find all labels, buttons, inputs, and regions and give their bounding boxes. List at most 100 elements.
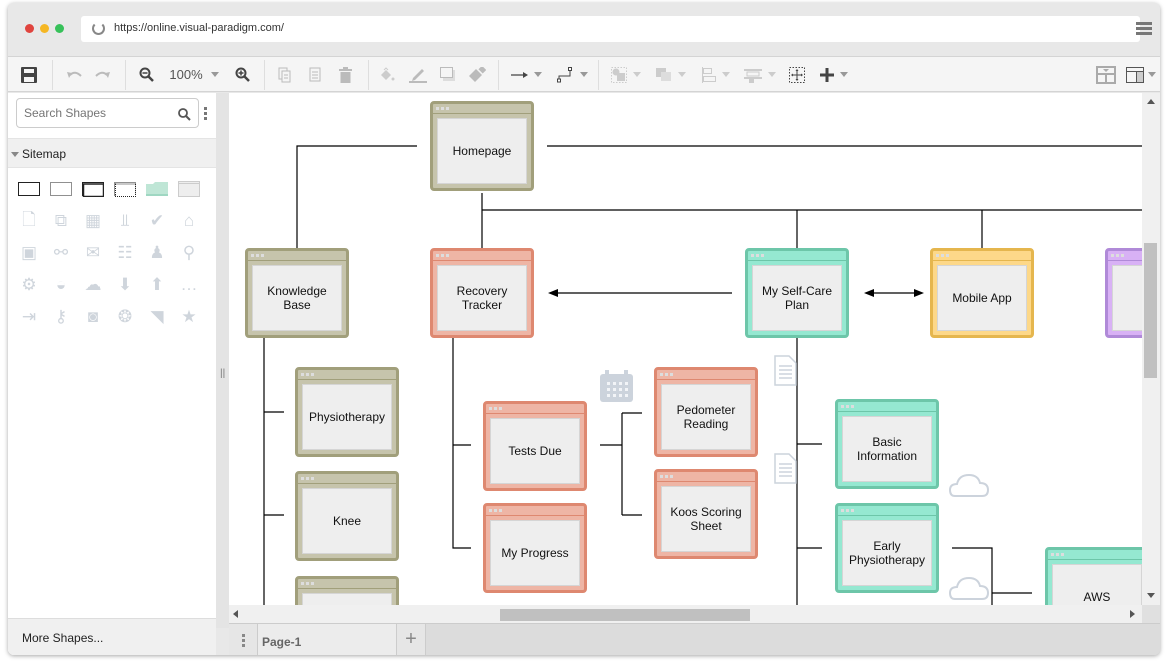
sitemap-node-recovery-tracker[interactable]: Recovery Tracker	[430, 248, 534, 338]
sitemap-node-early-physiotherapy[interactable]: Early Physiotherapy	[835, 503, 939, 593]
page-shape[interactable]	[18, 178, 40, 200]
copy-button[interactable]	[275, 57, 295, 92]
minimize-window-button[interactable]	[40, 24, 49, 33]
search-shapes-input[interactable]	[24, 106, 174, 120]
fill-color-button[interactable]	[377, 57, 397, 92]
add-page-button[interactable]: +	[397, 624, 426, 655]
sitemap-node-kb-third[interactable]	[295, 576, 399, 605]
chart-icon[interactable]: ⫫	[114, 210, 136, 232]
sidebar-splitter[interactable]: ||	[216, 93, 229, 628]
sitemap-node-koos-scoring-sheet[interactable]: Koos Scoring Sheet	[654, 469, 758, 559]
dotted-stacked-page-shape[interactable]	[114, 178, 136, 200]
redo-button[interactable]	[92, 57, 114, 92]
sitemap-node-knowledge-base[interactable]: Knowledge Base	[245, 248, 349, 338]
close-window-button[interactable]	[25, 24, 34, 33]
sign-in-icon[interactable]: ⇥	[18, 306, 40, 328]
chevron-down-icon	[840, 72, 848, 77]
add-button[interactable]	[816, 57, 852, 92]
sitemap-node-tests-due[interactable]: Tests Due	[483, 401, 587, 491]
arrange-button[interactable]	[653, 57, 689, 92]
horizontal-scroll-thumb[interactable]	[500, 609, 750, 621]
search-icon[interactable]	[178, 108, 191, 121]
browser-menu-icon[interactable]	[1136, 22, 1152, 35]
documents-icon[interactable]: ⧉	[50, 210, 72, 232]
distribute-button[interactable]	[741, 57, 779, 92]
rss-icon[interactable]: ◥	[146, 306, 168, 328]
more-shapes-link[interactable]: More Shapes...	[22, 631, 103, 645]
mail-icon[interactable]: ✉	[82, 242, 104, 264]
check-icon[interactable]: ✔	[146, 210, 168, 232]
sitemap-node-mobile-app[interactable]: Mobile App	[930, 248, 1034, 338]
sitemap-section-header[interactable]: Sitemap	[8, 138, 216, 168]
image-icon[interactable]: ▣	[18, 242, 40, 264]
search-icon[interactable]: ⚲	[178, 242, 200, 264]
waypoint-style-button[interactable]	[553, 57, 591, 92]
cloud-upload-icon[interactable]: ⬆	[146, 274, 168, 296]
reload-icon[interactable]	[92, 22, 105, 35]
dotted-page-shape[interactable]	[50, 178, 72, 200]
cloud-icon[interactable]: ☁	[82, 274, 104, 296]
sidebar-menu-icon[interactable]	[204, 107, 207, 122]
sitemap-node-homepage[interactable]: Homepage	[430, 101, 534, 191]
layout-panel-button[interactable]	[1123, 57, 1159, 92]
sitemap-icon[interactable]: ☷	[114, 242, 136, 264]
cloud-download-icon[interactable]: ⬇	[114, 274, 136, 296]
film-icon[interactable]: ❂	[114, 306, 136, 328]
scroll-left-icon[interactable]	[233, 610, 238, 618]
zoom-in-button[interactable]	[232, 57, 252, 92]
window-shape[interactable]	[178, 178, 200, 200]
group-button[interactable]	[608, 57, 644, 92]
plus-icon	[820, 67, 834, 82]
sitemap-node-knee[interactable]: Knee	[295, 471, 399, 561]
address-bar[interactable]: https://online.visual-paradigm.com/	[81, 16, 1140, 42]
connector-rt-trunk	[452, 338, 471, 549]
vertical-scrollbar[interactable]	[1142, 93, 1160, 605]
shadow-button[interactable]	[438, 57, 458, 92]
chat-icon[interactable]: …	[178, 274, 200, 296]
paste-button[interactable]	[305, 57, 325, 92]
link-icon[interactable]: ⚯	[50, 242, 72, 264]
scroll-down-icon[interactable]	[1147, 593, 1155, 598]
stacked-page-shape[interactable]	[82, 178, 104, 200]
save-button[interactable]	[18, 57, 40, 92]
zoom-level-dropdown[interactable]: 100%	[166, 57, 222, 92]
tab-page-1[interactable]: Page-1	[258, 624, 397, 655]
node-label: Basic Information	[842, 416, 932, 482]
format-painter-button[interactable]	[466, 57, 488, 92]
sitemap-node-my-self-care-plan[interactable]: My Self-Care Plan	[745, 248, 849, 338]
undo-button[interactable]	[63, 57, 85, 92]
key-icon[interactable]: ⚷	[50, 306, 72, 328]
horizontal-scrollbar[interactable]	[229, 605, 1142, 623]
user-icon[interactable]: ♟	[146, 242, 168, 264]
lock-icon[interactable]: ◙	[82, 306, 104, 328]
sitemap-node-aws[interactable]: AWS	[1045, 547, 1142, 605]
maximize-window-button[interactable]	[55, 24, 64, 33]
align-button[interactable]	[698, 57, 734, 92]
sitemap-node-pedometer-reading[interactable]: Pedometer Reading	[654, 367, 758, 457]
star-icon[interactable]: ★	[178, 306, 200, 328]
select-all-button[interactable]	[787, 57, 807, 92]
zoom-out-button[interactable]	[136, 57, 156, 92]
connector-style-button[interactable]	[508, 57, 544, 92]
home-icon[interactable]: ⌂	[178, 210, 200, 232]
sitemap-node-support[interactable]: Supp	[1105, 248, 1142, 338]
search-shapes-field[interactable]	[16, 98, 199, 128]
toggle-format-panel-button[interactable]	[1095, 57, 1117, 92]
node-label: Tests Due	[490, 418, 580, 484]
gears-icon[interactable]: ⚙	[18, 274, 40, 296]
sitemap-node-physiotherapy[interactable]: Physiotherapy	[295, 367, 399, 457]
scroll-right-icon[interactable]	[1130, 610, 1135, 618]
diagram-canvas[interactable]: Homepage Knowledge Base Recovery Tracker My…	[229, 93, 1142, 605]
folder-shape[interactable]	[146, 178, 168, 200]
calendar-icon[interactable]: ▦	[82, 210, 104, 232]
vertical-scroll-thumb[interactable]	[1144, 243, 1157, 378]
scroll-up-icon[interactable]	[1147, 99, 1155, 104]
sitemap-node-my-progress[interactable]: My Progress	[483, 503, 587, 593]
document-icon[interactable]: 🗋	[18, 210, 40, 232]
sitemap-node-basic-information[interactable]: Basic Information	[835, 399, 939, 489]
delete-button[interactable]	[335, 57, 355, 92]
line-color-button[interactable]	[407, 57, 429, 92]
page-menu-button[interactable]	[229, 624, 258, 655]
basket-icon[interactable]: ◒	[50, 274, 72, 296]
arrowhead-left-icon	[548, 289, 558, 297]
